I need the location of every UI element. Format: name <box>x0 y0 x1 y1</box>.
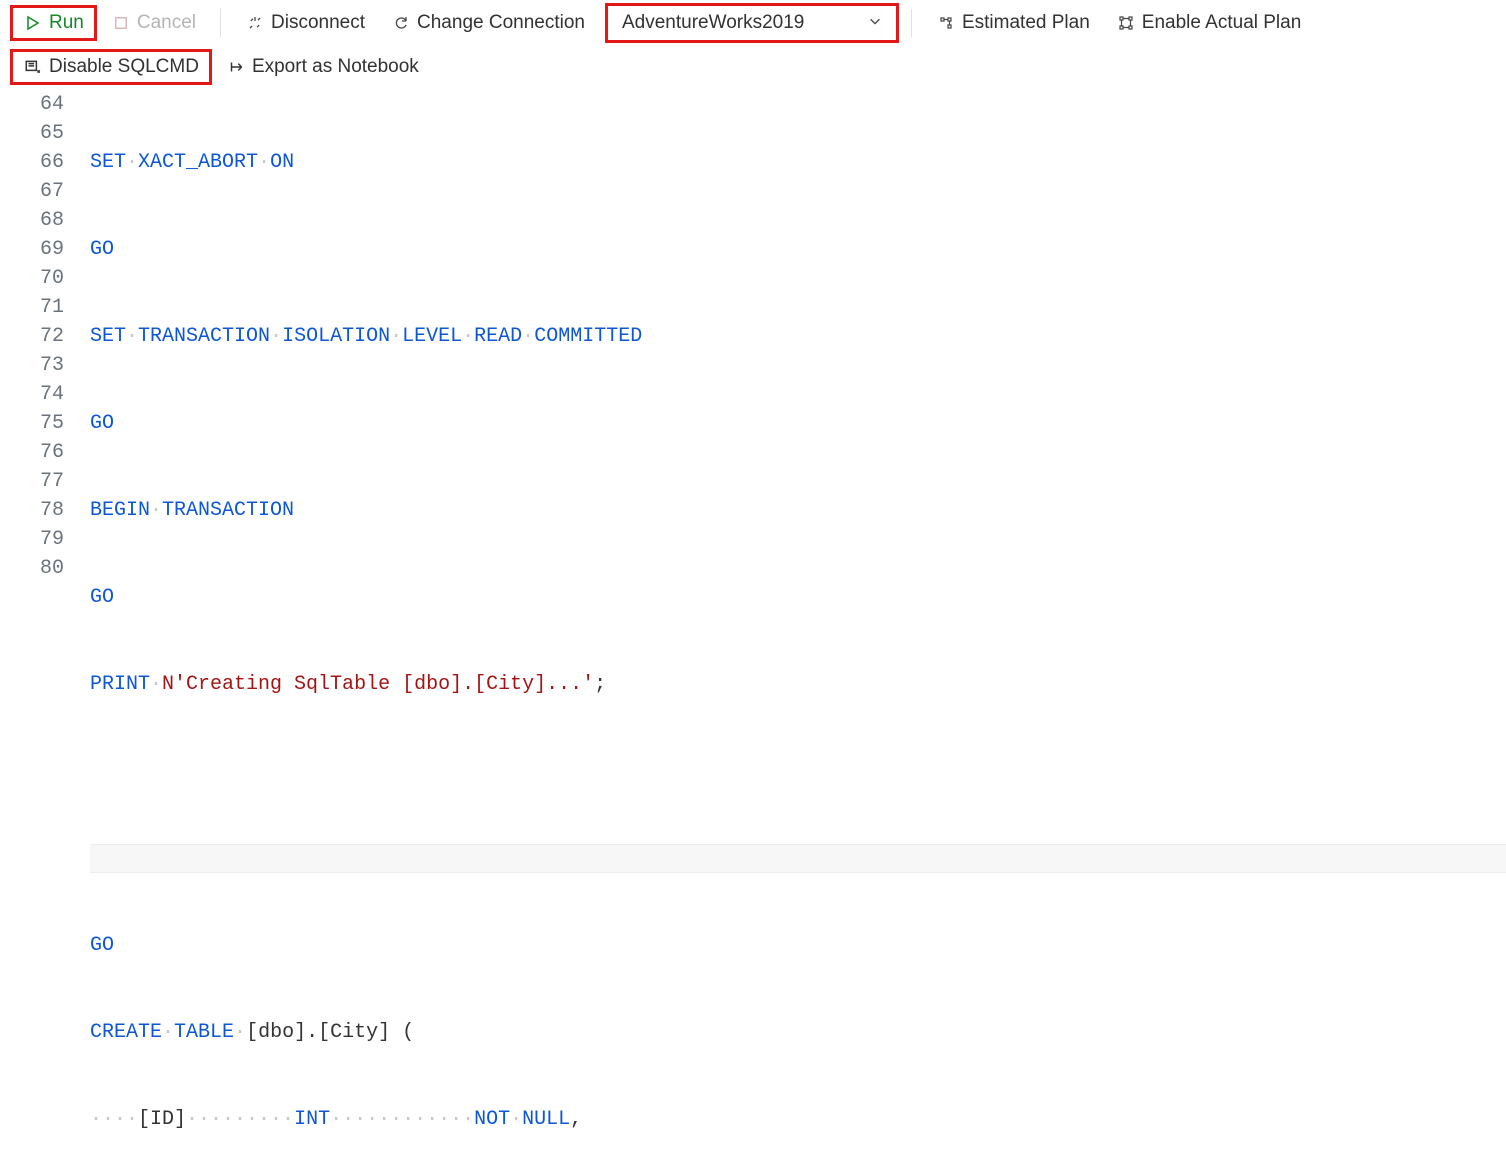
disable-sqlcmd-label: Disable SQLCMD <box>49 56 199 78</box>
line-number: 70 <box>20 264 64 293</box>
line-number: 75 <box>20 409 64 438</box>
line-number: 74 <box>20 380 64 409</box>
disconnect-icon <box>245 13 265 33</box>
line-number: 78 <box>20 496 64 525</box>
sql-editor[interactable]: 64 65 66 67 68 69 70 71 72 73 74 75 76 7… <box>0 88 1506 1172</box>
line-number: 80 <box>20 554 64 583</box>
code-line: GO <box>90 583 1506 612</box>
code-line: GO <box>90 931 1506 960</box>
code-line: SET·TRANSACTION·ISOLATION·LEVEL·READ·COM… <box>90 322 1506 351</box>
actual-plan-button[interactable]: Enable Actual Plan <box>1104 6 1314 40</box>
cancel-label: Cancel <box>137 12 196 34</box>
code-line: SET·XACT_ABORT·ON <box>90 148 1506 177</box>
line-number: 76 <box>20 438 64 467</box>
query-toolbar-row2: Disable SQLCMD Export as Notebook <box>0 46 1506 88</box>
code-line: GO <box>90 409 1506 438</box>
actual-plan-icon <box>1116 13 1136 33</box>
change-connection-icon <box>391 13 411 33</box>
line-number: 77 <box>20 467 64 496</box>
change-connection-label: Change Connection <box>417 12 585 34</box>
line-number: 79 <box>20 525 64 554</box>
code-line-current <box>90 844 1506 873</box>
code-line <box>90 757 1506 786</box>
line-number: 64 <box>20 90 64 119</box>
disable-sqlcmd-button[interactable]: Disable SQLCMD <box>10 49 212 85</box>
sqlcmd-icon <box>23 57 43 77</box>
chevron-down-icon <box>868 12 882 34</box>
estimated-plan-label: Estimated Plan <box>962 12 1090 34</box>
export-notebook-button[interactable]: Export as Notebook <box>214 50 431 84</box>
stop-icon <box>111 13 131 33</box>
code-line: GO <box>90 235 1506 264</box>
code-area[interactable]: SET·XACT_ABORT·ON GO SET·TRANSACTION·ISO… <box>90 90 1506 1172</box>
separator <box>220 9 221 37</box>
play-icon <box>23 13 43 33</box>
line-number-gutter: 64 65 66 67 68 69 70 71 72 73 74 75 76 7… <box>0 90 90 1172</box>
line-number: 65 <box>20 119 64 148</box>
line-number: 73 <box>20 351 64 380</box>
line-number: 72 <box>20 322 64 351</box>
actual-plan-label: Enable Actual Plan <box>1142 12 1302 34</box>
change-connection-button[interactable]: Change Connection <box>379 6 597 40</box>
code-line: PRINT·N'Creating SqlTable [dbo].[City]..… <box>90 670 1506 699</box>
disconnect-button[interactable]: Disconnect <box>233 6 377 40</box>
code-line: CREATE·TABLE·[dbo].[City] ( <box>90 1018 1506 1047</box>
line-number: 71 <box>20 293 64 322</box>
query-toolbar: Run Cancel Disconnect Change Connection … <box>0 0 1506 46</box>
line-number: 69 <box>20 235 64 264</box>
export-notebook-label: Export as Notebook <box>252 56 419 78</box>
run-button[interactable]: Run <box>10 5 97 41</box>
line-number: 67 <box>20 177 64 206</box>
cancel-button: Cancel <box>99 6 208 40</box>
estimated-plan-icon <box>936 13 956 33</box>
line-number: 68 <box>20 206 64 235</box>
separator <box>911 9 912 37</box>
run-label: Run <box>49 12 84 34</box>
code-line: BEGIN·TRANSACTION <box>90 496 1506 525</box>
line-number: 66 <box>20 148 64 177</box>
database-selected: AdventureWorks2019 <box>622 12 804 34</box>
disconnect-label: Disconnect <box>271 12 365 34</box>
database-dropdown[interactable]: AdventureWorks2019 <box>605 3 899 43</box>
code-line: ····[ID]·········INT············NOT·NULL… <box>90 1105 1506 1134</box>
export-icon <box>226 57 246 77</box>
estimated-plan-button[interactable]: Estimated Plan <box>924 6 1102 40</box>
